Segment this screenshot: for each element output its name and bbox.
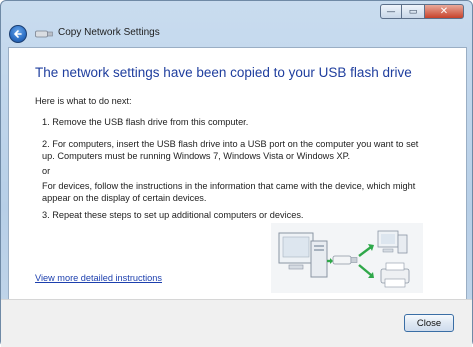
window-title: Copy Network Settings <box>58 27 160 38</box>
step-2-line-2: up. Computers must be running Windows 7,… <box>42 151 351 161</box>
usb-flash-drive-icon <box>332 255 358 265</box>
content-panel: The network settings have been copied to… <box>8 47 467 300</box>
devices-line-2: appear on the display of certain devices… <box>42 193 207 203</box>
maximize-button[interactable]: ▭ <box>402 4 424 19</box>
or-text: or <box>42 166 51 176</box>
maximize-icon: ▭ <box>408 6 418 17</box>
devices-line-1: For devices, follow the instructions in … <box>42 181 416 191</box>
step-2-line-1: 2. For computers, insert the USB flash d… <box>42 139 419 149</box>
step-3-text: 3. Repeat these steps to set up addition… <box>42 210 304 220</box>
minimize-button[interactable]: — <box>380 4 402 19</box>
intro-text: Here is what to do next: <box>35 96 132 106</box>
close-icon: ✕ <box>439 6 449 17</box>
copy-settings-illustration <box>271 223 423 293</box>
title-bar: — ▭ ✕ Copy Network Settings <box>1 1 472 43</box>
page-heading: The network settings have been copied to… <box>35 65 412 80</box>
minimize-icon: — <box>386 6 396 17</box>
footer-bar: Close <box>1 299 472 347</box>
back-button[interactable] <box>9 25 27 43</box>
dialog-window: — ▭ ✕ Copy Network Settings The network … <box>0 0 473 347</box>
detailed-instructions-link[interactable]: View more detailed instructions <box>35 273 162 283</box>
close-window-button[interactable]: ✕ <box>424 4 464 19</box>
usb-drive-icon <box>35 30 53 38</box>
caption-buttons: — ▭ ✕ <box>380 4 464 19</box>
close-button[interactable]: Close <box>404 314 454 332</box>
back-arrow-icon <box>14 30 22 38</box>
step-1-text: 1. Remove the USB flash drive from this … <box>42 117 249 127</box>
